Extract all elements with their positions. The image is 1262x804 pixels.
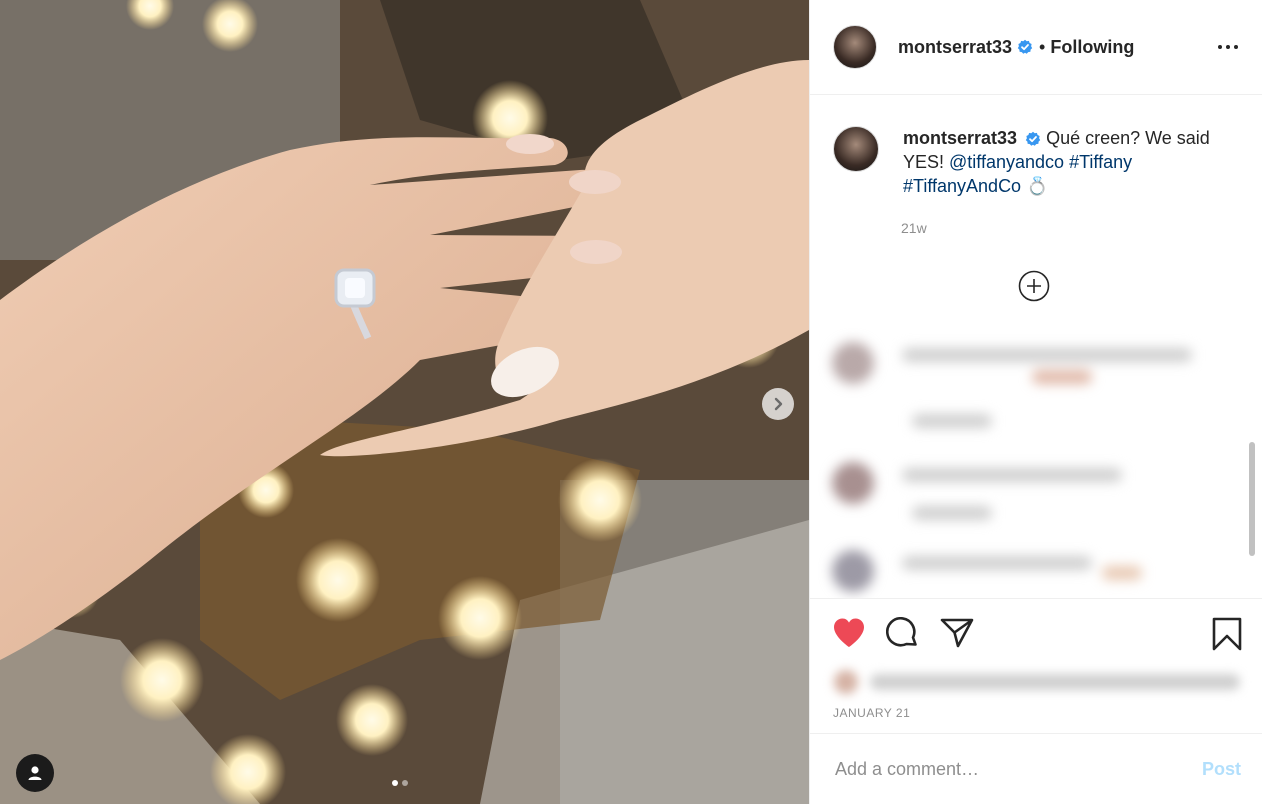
post-author-username[interactable]: montserrat33 bbox=[898, 37, 1012, 58]
mention-link[interactable]: @tiffanyandco bbox=[949, 152, 1064, 172]
heart-filled-icon bbox=[834, 618, 864, 647]
caption-timestamp[interactable]: 21w bbox=[901, 220, 927, 236]
comments-scrollbar[interactable] bbox=[1249, 442, 1255, 556]
next-photo-button[interactable] bbox=[762, 388, 794, 420]
likes-summary-blurred bbox=[826, 662, 1246, 700]
more-options-icon[interactable] bbox=[1218, 45, 1238, 49]
post-caption: montserrat33 Qué creen? We said YES! @ti… bbox=[833, 126, 1238, 198]
verified-badge-icon bbox=[1025, 131, 1041, 147]
share-icon bbox=[940, 618, 974, 648]
post-comment-button[interactable]: Post bbox=[1202, 759, 1241, 780]
plus-circle-icon bbox=[1018, 270, 1050, 302]
comment-input[interactable] bbox=[833, 757, 1202, 781]
caption-avatar[interactable] bbox=[833, 126, 879, 172]
bookmark-icon bbox=[1212, 617, 1242, 651]
carousel-dot-active bbox=[392, 780, 398, 786]
post-side-panel: montserrat33 • Following montserrat33 Qu… bbox=[809, 0, 1262, 804]
load-more-comments-button[interactable] bbox=[1018, 270, 1050, 302]
following-button[interactable]: Following bbox=[1050, 37, 1134, 58]
ring-emoji: 💍 bbox=[1026, 176, 1049, 196]
caption-text: montserrat33 Qué creen? We said YES! @ti… bbox=[903, 126, 1238, 198]
carousel-indicator bbox=[392, 780, 408, 786]
save-button[interactable] bbox=[1212, 617, 1242, 656]
tagged-users-button[interactable] bbox=[16, 754, 54, 792]
share-button[interactable] bbox=[940, 617, 974, 654]
post-date[interactable]: JANUARY 21 bbox=[833, 706, 910, 720]
post-photo[interactable] bbox=[0, 0, 809, 804]
post-image bbox=[0, 0, 809, 804]
avatar[interactable] bbox=[833, 25, 877, 69]
comment-icon bbox=[885, 616, 917, 647]
caption-username[interactable]: montserrat33 bbox=[903, 128, 1017, 148]
carousel-dot bbox=[402, 780, 408, 786]
comments-list-blurred bbox=[818, 322, 1255, 598]
user-icon bbox=[28, 766, 42, 780]
post-actions-bar bbox=[810, 598, 1262, 659]
comment-button[interactable] bbox=[885, 616, 920, 656]
post-header: montserrat33 • Following bbox=[810, 0, 1262, 95]
hashtag-link[interactable]: #TiffanyAndCo bbox=[903, 176, 1021, 196]
hashtag-link[interactable]: #Tiffany bbox=[1069, 152, 1132, 172]
header-separator: • bbox=[1039, 36, 1046, 57]
like-button[interactable] bbox=[832, 617, 866, 654]
add-comment-section: Post bbox=[810, 733, 1262, 804]
verified-badge-icon bbox=[1017, 39, 1033, 55]
chevron-right-icon bbox=[774, 397, 783, 411]
